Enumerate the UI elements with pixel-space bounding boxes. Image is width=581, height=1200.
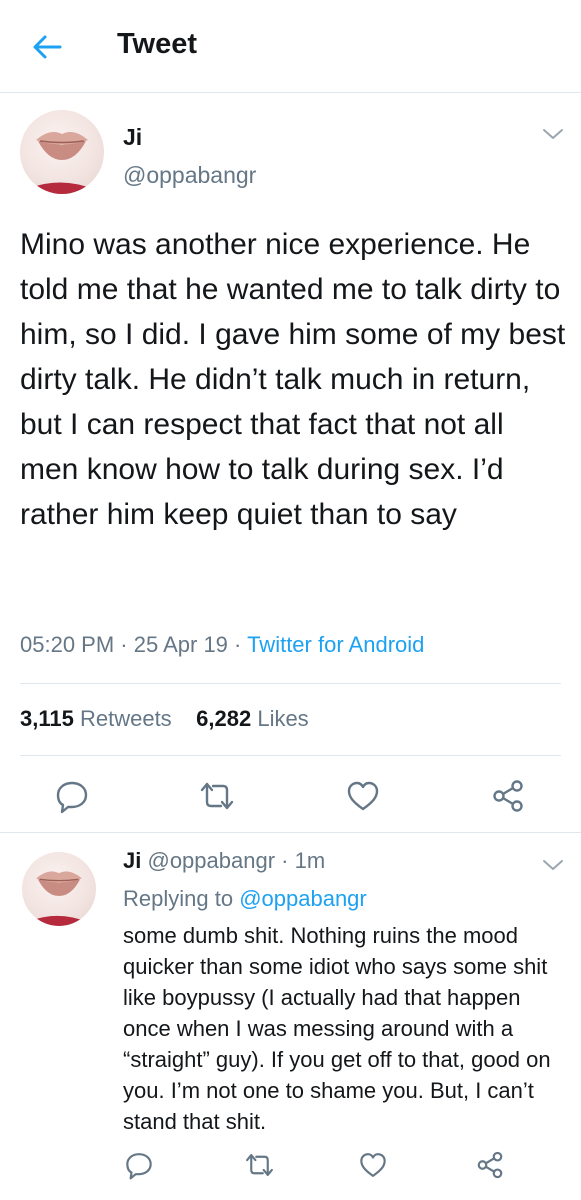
replying-to-handle[interactable]: @oppabangr [239, 886, 367, 911]
avatar-image [30, 871, 89, 926]
tweet-stats: 3,115 Retweets 6,282 Likes [20, 706, 309, 732]
retweet-icon[interactable] [197, 778, 237, 814]
avatar-image [30, 132, 96, 194]
reply-header: Ji @oppabangr · 1m [123, 848, 326, 873]
tweet-source[interactable]: Twitter for Android [247, 632, 424, 657]
reply-icon[interactable] [54, 778, 90, 814]
likes-label[interactable]: Likes [257, 706, 308, 731]
arrow-left-icon[interactable] [30, 30, 64, 64]
chevron-down-icon[interactable] [542, 858, 564, 872]
like-icon[interactable] [358, 1150, 388, 1180]
reply-time: 1m [294, 848, 326, 873]
retweets-label[interactable]: Retweets [80, 706, 172, 731]
reply-icon[interactable] [124, 1150, 154, 1180]
retweet-count[interactable]: 3,115 [20, 706, 74, 731]
tweet-date: 25 Apr 19 [133, 632, 228, 657]
like-count[interactable]: 6,282 [196, 706, 251, 731]
avatar[interactable] [20, 110, 104, 194]
reply-author-handle[interactable]: @oppabangr [147, 848, 275, 873]
share-icon[interactable] [475, 1150, 505, 1180]
tweet-meta: 05:20 PM · 25 Apr 19 · Twitter for Andro… [20, 632, 425, 657]
divider [20, 683, 561, 684]
tweet-time: 05:20 PM [20, 632, 115, 657]
like-icon[interactable] [345, 778, 381, 814]
chevron-down-icon[interactable] [542, 127, 564, 141]
author-handle[interactable]: @oppabangr [123, 162, 256, 189]
reply-author-name[interactable]: Ji [123, 848, 141, 873]
avatar[interactable] [22, 852, 96, 926]
tweet-text: Mino was another nice experience. He tol… [20, 228, 566, 531]
top-bar: Tweet [0, 0, 581, 93]
reply-text: some dumb shit. Nothing ruins the mood q… [123, 923, 551, 1134]
replying-label: Replying to [123, 886, 234, 911]
page-title: Tweet [117, 28, 198, 60]
replying-to: Replying to @oppabangr [123, 886, 367, 912]
divider [0, 832, 581, 833]
share-icon[interactable] [490, 778, 526, 814]
retweet-icon[interactable] [243, 1150, 276, 1180]
author-name[interactable]: Ji [123, 124, 142, 151]
divider [20, 755, 561, 756]
